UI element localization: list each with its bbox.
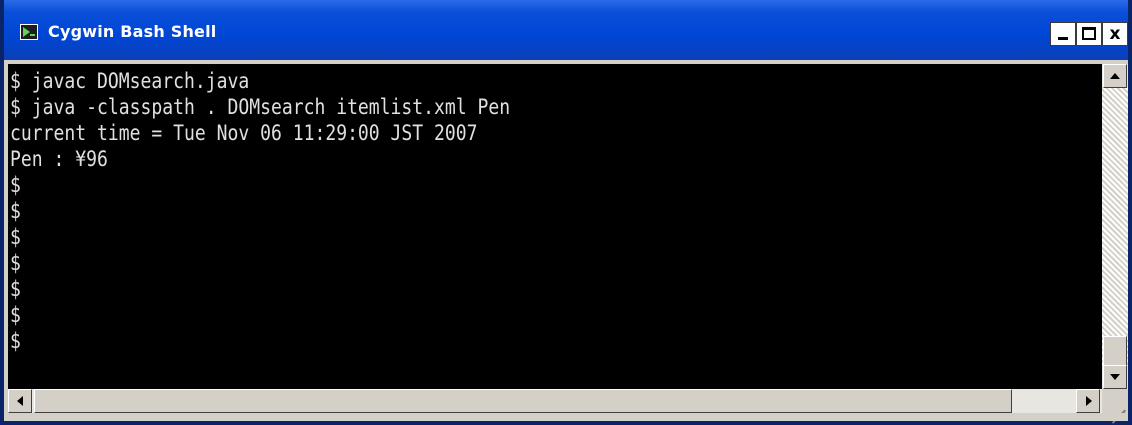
resize-grip[interactable] xyxy=(1102,389,1128,424)
minimize-button[interactable] xyxy=(1050,22,1076,46)
maximize-button[interactable] xyxy=(1076,22,1102,46)
close-icon: x xyxy=(1109,24,1121,44)
vertical-scrollbar[interactable] xyxy=(1102,64,1128,389)
terminal-line: $ xyxy=(10,329,21,353)
window-title: Cygwin Bash Shell xyxy=(48,22,217,41)
terminal-line: $ xyxy=(10,277,21,301)
terminal-output[interactable]: $ javac DOMsearch.java $ java -classpath… xyxy=(8,64,1102,389)
terminal-line: $ javac DOMsearch.java xyxy=(10,69,250,93)
minimize-icon xyxy=(1058,37,1068,40)
scroll-right-button[interactable] xyxy=(1076,389,1100,413)
horizontal-scroll-thumb[interactable] xyxy=(34,389,1012,413)
title-bar[interactable]: Cygwin Bash Shell x xyxy=(4,0,1128,60)
terminal-line: current time = Tue Nov 06 11:29:00 JST 2… xyxy=(10,121,478,145)
left-arrow-icon xyxy=(17,396,23,406)
scroll-left-button[interactable] xyxy=(8,389,32,413)
right-arrow-icon xyxy=(1086,396,1092,406)
horizontal-scrollbar[interactable] xyxy=(8,389,1102,413)
vertical-scroll-thumb[interactable] xyxy=(1103,336,1127,366)
window-bottom-frame xyxy=(4,413,1128,421)
terminal-line: $ xyxy=(10,225,21,249)
terminal-line: $ xyxy=(10,173,21,197)
close-button[interactable]: x xyxy=(1102,22,1128,46)
vertical-scroll-track[interactable] xyxy=(1102,88,1128,366)
up-arrow-icon xyxy=(1110,73,1120,79)
terminal-window: Cygwin Bash Shell x $ javac DOMsearch.ja… xyxy=(0,0,1132,425)
maximize-icon xyxy=(1082,27,1096,40)
scroll-up-button[interactable] xyxy=(1103,64,1127,88)
cygwin-terminal-icon[interactable] xyxy=(20,24,38,40)
down-arrow-icon xyxy=(1110,374,1120,380)
scroll-down-button[interactable] xyxy=(1103,365,1127,389)
terminal-line: Pen : ¥96 xyxy=(10,147,108,171)
terminal-line: $ xyxy=(10,199,21,223)
terminal-line: $ xyxy=(10,303,21,327)
terminal-line: $ java -classpath . DOMsearch itemlist.x… xyxy=(10,95,511,119)
terminal-line: $ xyxy=(10,251,21,275)
